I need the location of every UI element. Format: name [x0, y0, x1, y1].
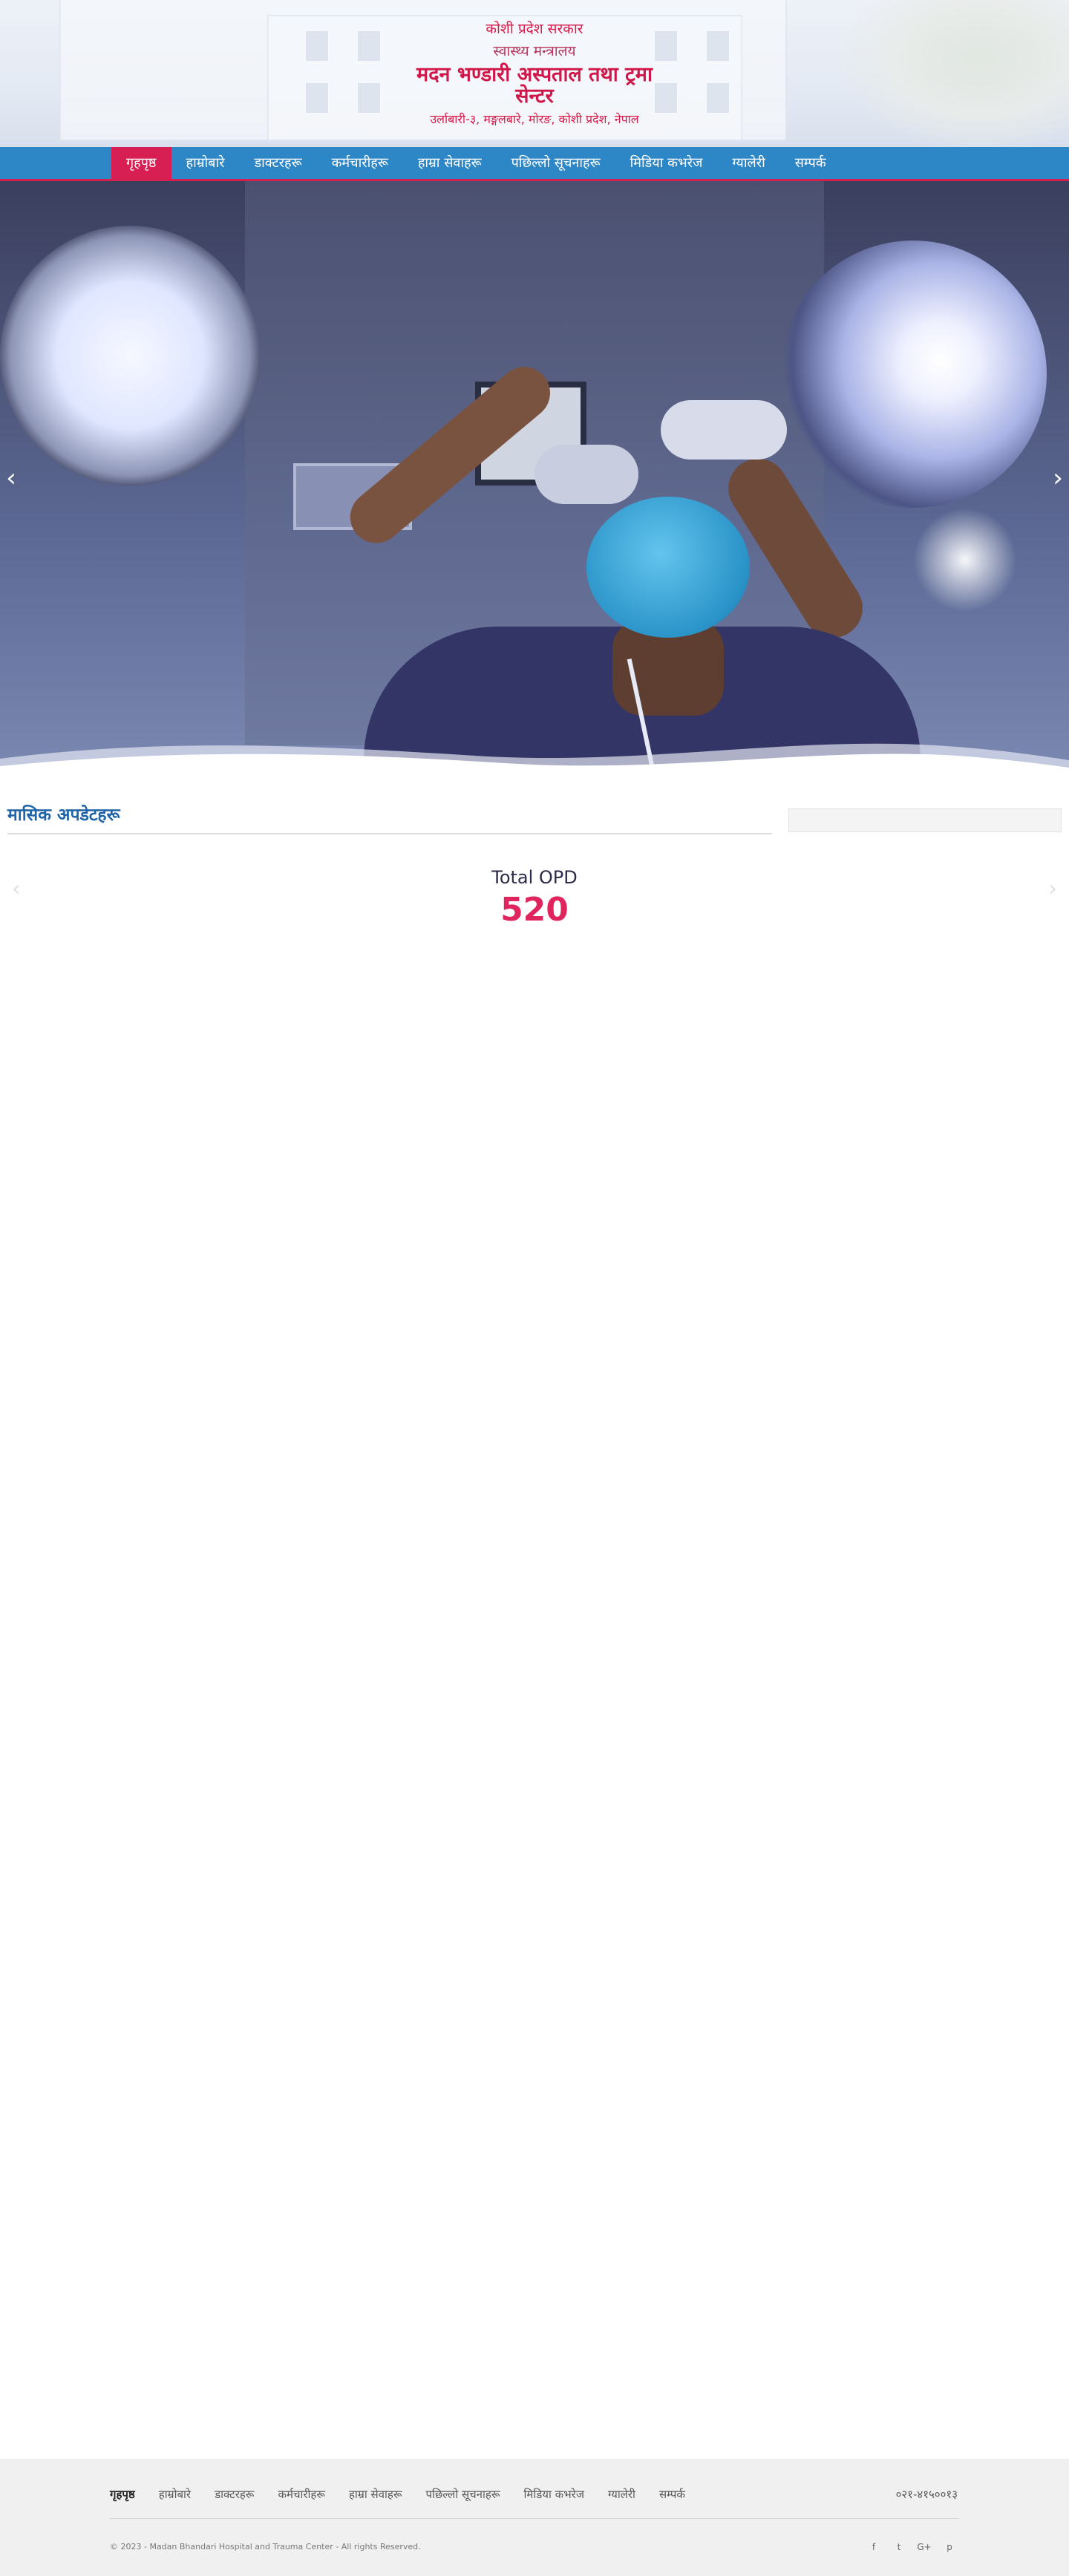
footer-nav-item-1[interactable]: हाम्रोबारे: [159, 2487, 191, 2502]
footer-nav-item-5[interactable]: पछिल्लो सूचनाहरू: [425, 2487, 500, 2502]
google-plus-icon[interactable]: G+: [916, 2539, 932, 2555]
nav-item-7[interactable]: ग्यालेरी: [717, 147, 779, 179]
nav-item-3[interactable]: कर्मचारीहरू: [317, 147, 403, 179]
hero-prev-button[interactable]: ‹: [0, 460, 22, 497]
nav-item-2[interactable]: डाक्टरहरू: [239, 147, 316, 179]
hero-next-button[interactable]: ›: [1047, 460, 1069, 497]
monthly-updates-section: मासिक अपडेटहरू: [7, 802, 772, 834]
site-footer: गृहपृष्ठ हाम्रोबारे डाक्टरहरू कर्मचारीहरू हा…: [0, 2459, 1069, 2576]
nav-item-6[interactable]: मिडिया कभरेज: [615, 147, 718, 179]
surgical-lamp-right: [779, 241, 1047, 508]
footer-nav-item-6[interactable]: मिडिया कभरेज: [524, 2487, 584, 2502]
chevron-right-icon: ›: [1053, 463, 1063, 493]
facebook-icon[interactable]: f: [866, 2539, 882, 2555]
updates-next-button[interactable]: ›: [1044, 875, 1062, 904]
footer-nav-item-2[interactable]: डाक्टरहरू: [215, 2487, 254, 2502]
footer-nav-item-3[interactable]: कर्मचारीहरू: [278, 2487, 325, 2502]
twitter-icon[interactable]: t: [891, 2539, 907, 2555]
nav-item-5[interactable]: पछिल्लो सूचनाहरू: [497, 147, 615, 179]
hero-slider: ‹ ›: [0, 181, 1069, 782]
nav-item-1[interactable]: हाम्रोबारे: [171, 147, 240, 179]
glove-right: [661, 400, 787, 460]
main-nav: गृहपृष्ठ हाम्रोबारे डाक्टरहरू कर्मचारीहरू हा…: [0, 147, 1069, 181]
chevron-right-icon: ›: [1048, 876, 1057, 902]
social-links: f t G+ p: [857, 2539, 958, 2555]
light-glare: [913, 508, 1017, 612]
nav-item-8[interactable]: सम्पर्क: [780, 147, 841, 179]
nav-item-4[interactable]: हाम्रा सेवाहरू: [403, 147, 497, 179]
header-titles: कोशी प्रदेश सरकार स्वास्थ्य मन्त्रालय मद…: [0, 18, 1069, 132]
surgical-lamp-left: [0, 226, 260, 486]
surgical-cap: [586, 497, 750, 638]
monthly-updates-heading: मासिक अपडेटहरू: [7, 802, 772, 834]
main-nav-list: गृहपृष्ठ हाम्रोबारे डाक्टरहरू कर्मचारीहरू हा…: [111, 147, 841, 179]
nav-item-0[interactable]: गृहपृष्ठ: [111, 147, 171, 179]
glove-left: [534, 445, 638, 504]
chevron-left-icon: ‹: [6, 463, 16, 493]
government-name: कोशी प्रदेश सरकार: [486, 21, 583, 37]
ministry-name: स्वास्थ्य मन्त्रालय: [493, 43, 576, 59]
footer-nav: गृहपृष्ठ हाम्रोबारे डाक्टरहरू कर्मचारीहरू हा…: [110, 2487, 709, 2502]
footer-nav-item-7[interactable]: ग्यालेरी: [608, 2487, 635, 2502]
footer-divider: [110, 2518, 959, 2519]
footer-nav-item-0[interactable]: गृहपृष्ठ: [110, 2487, 135, 2502]
footer-nav-item-8[interactable]: सम्पर्क: [659, 2487, 685, 2502]
sidebar-widget: [788, 808, 1062, 832]
hospital-address: उर्लाबारी-३, मङ्गलबारे, मोरङ, कोशी प्रदे…: [430, 112, 639, 126]
footer-nav-item-4[interactable]: हाम्रा सेवाहरू: [349, 2487, 402, 2502]
hero-wave-divider: [0, 743, 1069, 782]
opd-stat: Total OPD 520: [0, 865, 1069, 930]
stat-value: 520: [500, 891, 569, 929]
pinterest-icon[interactable]: p: [941, 2539, 958, 2555]
hospital-title[interactable]: मदन भण्डारी अस्पताल तथा ट्रमा सेन्टर: [408, 64, 661, 107]
footer-phone: ०२१-४१५००१३: [895, 2488, 958, 2501]
footer-copyright: © 2023 - Madan Bhandari Hospital and Tra…: [110, 2542, 421, 2552]
stat-label: Total OPD: [491, 867, 578, 888]
site-header: कोशी प्रदेश सरकार स्वास्थ्य मन्त्रालय मद…: [0, 0, 1069, 147]
